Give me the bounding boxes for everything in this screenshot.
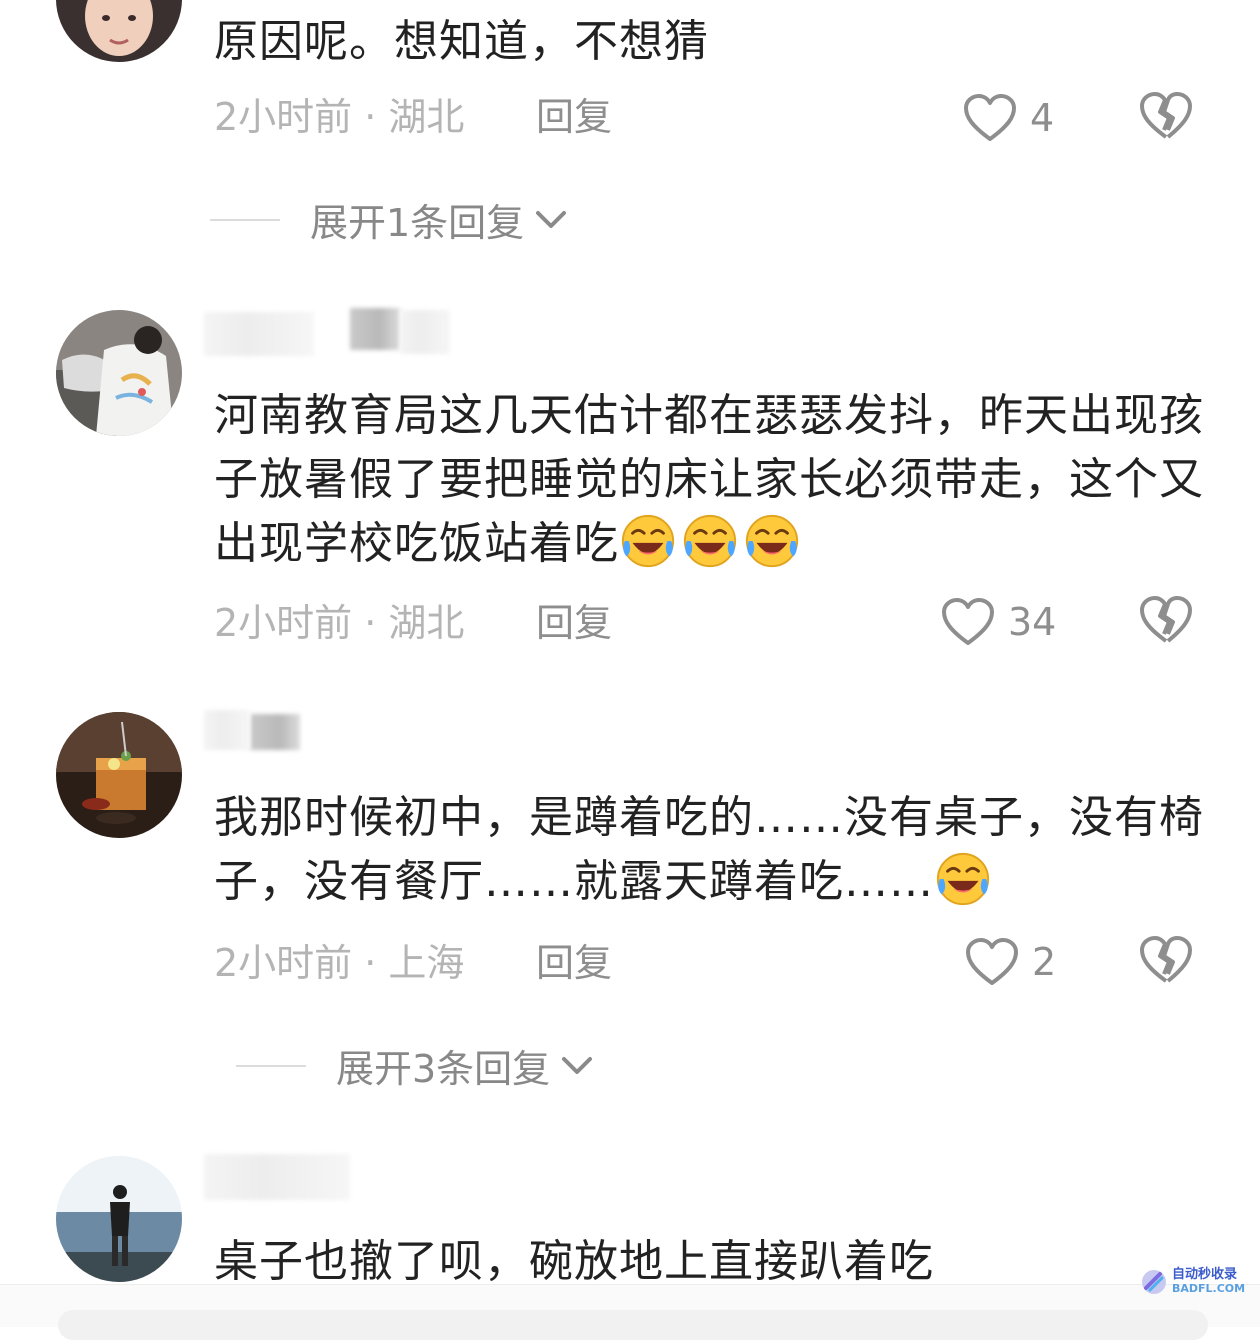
comment-text: 原因呢。想知道，不想猜	[214, 16, 709, 67]
comment-text: 我那时候初中，是蹲着吃的……没有桌子，没有椅子，没有餐厅……就露天蹲着吃……	[214, 786, 1214, 914]
reply-button[interactable]: 回复	[536, 598, 612, 648]
avatar[interactable]	[56, 712, 182, 838]
watermark-text: 自动秒收录	[1172, 1267, 1238, 1282]
reply-button[interactable]: 回复	[536, 938, 612, 988]
avatar[interactable]	[56, 310, 182, 436]
broken-heart-icon[interactable]	[1138, 90, 1194, 142]
expand-replies-label: 展开3条回复	[336, 1047, 551, 1091]
comment-meta: 2小时前 · 上海	[214, 941, 465, 985]
heart-outline-icon	[962, 93, 1018, 143]
like-count: 34	[1008, 600, 1057, 644]
username-blurred[interactable]	[204, 710, 250, 750]
watermark: 自动秒收录 BADFL.COM	[1140, 1268, 1245, 1296]
broken-heart-icon[interactable]	[1138, 594, 1194, 646]
divider	[236, 1064, 306, 1067]
comment-meta: 2小时前 · 湖北	[214, 601, 465, 645]
like-button[interactable]: 2	[964, 932, 1056, 992]
rolling-laughing-emoji	[934, 850, 992, 908]
watermark-logo-icon	[1142, 1270, 1166, 1294]
expand-replies-button[interactable]: 展开1条回复	[210, 192, 568, 247]
like-count: 4	[1030, 96, 1055, 140]
like-button[interactable]: 4	[962, 88, 1054, 148]
avatar[interactable]	[56, 0, 182, 62]
rolling-laughing-emoji	[681, 512, 739, 570]
like-button[interactable]: 34	[940, 592, 1056, 652]
divider	[210, 218, 280, 221]
username-blurred[interactable]	[204, 312, 314, 356]
watermark-url: BADFL.COM	[1172, 1282, 1246, 1295]
username-blurred[interactable]	[250, 714, 300, 750]
reply-button[interactable]: 回复	[536, 92, 612, 142]
comment-input[interactable]	[58, 1310, 1208, 1340]
comment-text: 河南教育局这几天估计都在瑟瑟发抖，昨天出现孩子放暑假了要把睡觉的床让家长必须带走…	[214, 384, 1214, 576]
heart-outline-icon	[940, 597, 996, 647]
expand-replies-button[interactable]: 展开3条回复	[236, 1038, 594, 1093]
like-count: 2	[1032, 940, 1057, 984]
username-blurred[interactable]	[400, 310, 450, 354]
chevron-down-icon	[560, 1054, 594, 1078]
chevron-down-icon	[534, 208, 568, 232]
username-blurred[interactable]	[204, 1154, 350, 1200]
expand-replies-label: 展开1条回复	[310, 201, 525, 245]
avatar[interactable]	[56, 1156, 182, 1282]
rolling-laughing-emoji	[743, 512, 801, 570]
rolling-laughing-emoji	[619, 512, 677, 570]
broken-heart-icon[interactable]	[1138, 934, 1194, 986]
comment-meta: 2小时前 · 湖北	[214, 95, 465, 139]
comment-text-content: 我那时候初中，是蹲着吃的……没有桌子，没有椅子，没有餐厅……就露天蹲着吃……	[214, 792, 1204, 907]
heart-outline-icon	[964, 937, 1020, 987]
username-blurred[interactable]	[350, 308, 400, 350]
